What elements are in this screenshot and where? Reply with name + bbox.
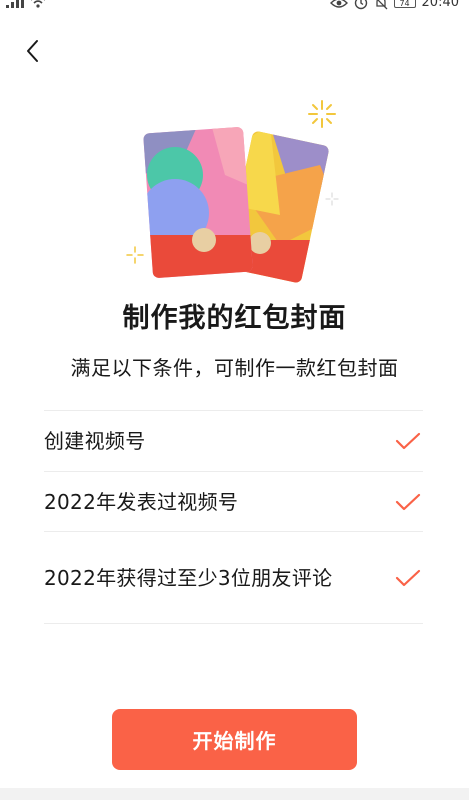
red-envelope-illustration: [126, 100, 339, 284]
condition-label: 创建视频号: [44, 429, 146, 453]
back-button[interactable]: [18, 36, 48, 66]
status-time: 20:40: [421, 0, 459, 10]
check-icon: [395, 569, 421, 586]
alarm-icon: [354, 0, 367, 9]
mute-icon: [375, 0, 387, 9]
page-title: 制作我的红包封面: [122, 303, 347, 334]
check-icon: [395, 493, 421, 510]
chevron-left-icon: [27, 40, 38, 62]
screen: 74 20:40 制作我的红包封面 满足以下条件，可制作一款红包封面 创建视频号…: [0, 0, 469, 800]
condition-label: 2022年获得过至少3位朋友评论: [44, 565, 333, 590]
condition-item: 2022年获得过至少3位朋友评论: [44, 532, 423, 624]
status-left: [6, 0, 46, 8]
start-making-button[interactable]: 开始制作: [112, 709, 357, 770]
page-subtitle: 满足以下条件，可制作一款红包封面: [70, 356, 399, 380]
condition-item: 创建视频号: [44, 411, 423, 472]
conditions-list: 创建视频号 2022年发表过视频号 2022年获得过至少3位朋友评论: [44, 410, 423, 624]
eye-icon: [329, 0, 348, 8]
status-right: 74 20:40: [329, 0, 459, 10]
condition-item: 2022年发表过视频号: [44, 472, 423, 532]
battery-icon: 74: [393, 0, 416, 8]
bottom-strip: [0, 788, 469, 800]
check-icon: [395, 432, 421, 450]
signal-icon: [6, 0, 24, 8]
wifi-icon: [31, 0, 45, 8]
condition-label: 2022年发表过视频号: [44, 489, 239, 514]
status-bar: 74 20:40: [0, 0, 469, 14]
